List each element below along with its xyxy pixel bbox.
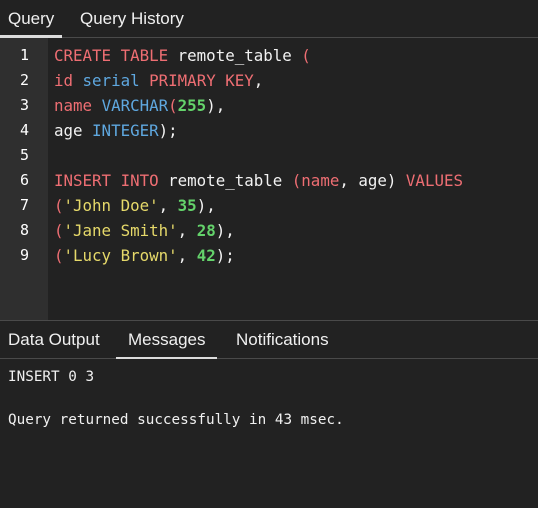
- code-token: name: [301, 171, 340, 190]
- code-line: age INTEGER);: [54, 118, 178, 143]
- code-token: 'Jane Smith': [63, 221, 178, 240]
- line-number: 5: [19, 146, 29, 164]
- code-line: name VARCHAR(255),: [54, 93, 225, 118]
- code-token: 35: [177, 196, 197, 215]
- code-token: remote_table: [168, 46, 302, 65]
- line-number: 3: [19, 96, 29, 114]
- code-token: 28: [196, 221, 216, 240]
- code-token: PRIMARY KEY: [149, 71, 254, 90]
- code-token: INSERT INTO: [54, 171, 159, 190]
- tab-query[interactable]: Query: [0, 0, 63, 38]
- code-token: id: [54, 71, 74, 90]
- query-tool-window: Query Query History 1 2 3 4 5 6 7 8 9 CREATE TAB…: [0, 0, 538, 508]
- code-token: name: [54, 96, 93, 115]
- code-line: ('John Doe', 35),: [54, 193, 216, 218]
- sql-editor[interactable]: 123456789 CREATE TABLE remote_table (id …: [0, 38, 538, 320]
- query-tabs-bar: Query Query History: [0, 0, 538, 38]
- code-token: ),: [215, 221, 235, 240]
- tab-notifications[interactable]: Notifications: [236, 321, 329, 359]
- line-number: 8: [19, 221, 29, 239]
- code-line: ('Lucy Brown', 42);: [54, 243, 235, 268]
- code-token: (: [301, 46, 311, 65]
- message-line: Query returned successfully in 43 msec.: [8, 412, 344, 428]
- tab-query-history[interactable]: Query History: [80, 0, 184, 38]
- code-token: remote_table: [158, 171, 292, 190]
- code-token: 'Lucy Brown': [63, 246, 178, 265]
- line-number: 1: [19, 46, 29, 64]
- code-line: ('Jane Smith', 28),: [54, 218, 235, 243]
- code-token: age: [54, 121, 93, 140]
- code-token: );: [215, 246, 235, 265]
- code-token: 'John Doe': [63, 196, 159, 215]
- message-line: INSERT 0 3: [8, 369, 95, 385]
- code-line: CREATE TABLE remote_table (: [54, 43, 311, 68]
- code-line: id serial PRIMARY KEY,: [54, 68, 263, 93]
- tab-data-output[interactable]: Data Output: [8, 321, 100, 359]
- code-token: VARCHAR: [101, 96, 169, 115]
- line-number: 9: [19, 246, 29, 264]
- output-tabs-bar: Data Output Messages Notifications: [0, 320, 538, 360]
- code-token: (: [54, 221, 64, 240]
- tab-messages[interactable]: Messages: [115, 321, 219, 360]
- code-token: (: [168, 96, 178, 115]
- messages-panel: INSERT 0 3 Query returned successfully i…: [0, 359, 538, 508]
- code-token: (: [54, 246, 64, 265]
- code-token: (: [54, 196, 64, 215]
- code-token: ,: [158, 196, 178, 215]
- code-token: CREATE TABLE: [54, 46, 169, 65]
- code-token: 255: [177, 96, 207, 115]
- code-token: 42: [196, 246, 216, 265]
- code-token: VALUES: [405, 171, 463, 190]
- code-token: );: [158, 121, 178, 140]
- line-number: 2: [19, 71, 29, 89]
- code-token: (: [291, 171, 302, 190]
- code-token: , age): [339, 171, 406, 190]
- code-token: INTEGER: [92, 121, 159, 140]
- line-number: 4: [19, 121, 29, 139]
- code-token: ),: [196, 196, 216, 215]
- code-token: serial: [82, 71, 140, 90]
- code-token: ,: [177, 221, 197, 240]
- code-token: ,: [253, 71, 264, 90]
- code-line: INSERT INTO remote_table (name, age) VAL…: [54, 168, 463, 193]
- line-number: 6: [19, 171, 29, 189]
- code-token: ,: [177, 246, 197, 265]
- code-token: ),: [206, 96, 226, 115]
- line-number: 7: [19, 196, 29, 214]
- line-number-gutter: 1 2 3 4 5 6 7 8 9: [0, 38, 48, 320]
